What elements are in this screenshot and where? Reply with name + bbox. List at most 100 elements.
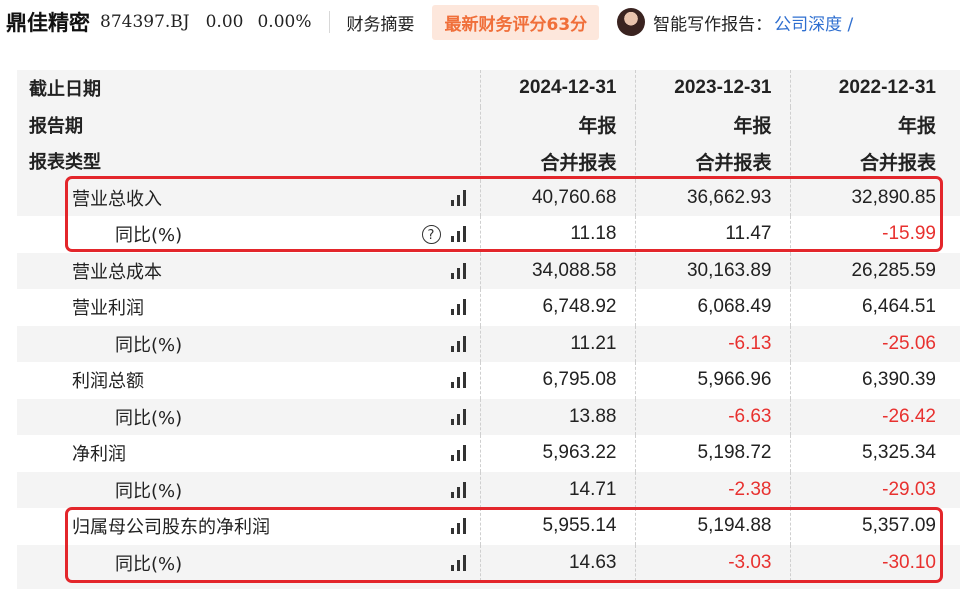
report-period-row: 报告期 年报 年报 年报	[17, 106, 960, 143]
row-label-cell: 同比(%)	[17, 544, 480, 581]
bar-chart-icon-bar	[456, 377, 460, 389]
bar-chart-icon[interactable]	[450, 445, 466, 462]
metric-row: 利润总额 6,795.08 5,966.96 6,390.39	[17, 362, 960, 399]
row-label-cell: 营业总成本	[17, 252, 480, 289]
row-label-cell: 同比(%)?	[17, 216, 480, 253]
bar-chart-icon[interactable]	[450, 335, 466, 352]
stock-price: 0.00	[205, 12, 244, 32]
bar-chart-icon[interactable]	[450, 408, 466, 425]
bar-chart-icon-bar	[450, 199, 454, 206]
row-label-cell: 同比(%)	[17, 325, 480, 362]
bar-chart-icon-bar	[462, 335, 466, 352]
bar-chart-icon-bar	[456, 231, 460, 243]
yoy-growth-row: 同比(%) 13.88 -6.63 -26.42	[17, 398, 960, 435]
bar-chart-icon-bar	[462, 445, 466, 462]
bar-chart-icon-bar	[456, 413, 460, 425]
row-actions: ?	[421, 224, 466, 244]
value-cell: 11.47	[634, 216, 790, 253]
bar-chart-icon-bar	[456, 194, 460, 206]
bar-chart-icon[interactable]	[450, 262, 466, 279]
bar-chart-icon-bar	[450, 564, 454, 571]
value-cell: 34,088.58	[479, 252, 635, 289]
value-cell: -15.99	[789, 216, 960, 253]
stock-header-bar: 鼎佳精密 874397.BJ 0.00 0.00% 财务摘要 最新财务评分63分…	[0, 0, 960, 44]
bar-chart-icon-bar	[450, 382, 454, 389]
value-cell: 5,325.34	[789, 435, 960, 472]
row-label: 营业利润	[72, 298, 144, 320]
bar-chart-icon[interactable]	[450, 299, 466, 316]
value-cell: -25.06	[789, 325, 960, 362]
header-label: 报告期	[17, 106, 480, 143]
row-label: 净利润	[72, 444, 126, 466]
header-value: 年报	[789, 106, 960, 143]
header-value: 合并报表	[634, 143, 790, 180]
financial-score-badge[interactable]: 最新财务评分63分	[432, 4, 600, 40]
bar-chart-icon-bar	[450, 345, 454, 352]
bar-chart-icon[interactable]	[450, 481, 466, 498]
row-label-cell: 归属母公司股东的净利润	[17, 508, 480, 545]
value-cell: -6.13	[634, 325, 790, 362]
header-value: 年报	[479, 106, 635, 143]
header-value: 2022-12-31	[789, 70, 960, 107]
value-cell: 5,198.72	[634, 435, 790, 472]
header-value: 2024-12-31	[479, 70, 635, 107]
row-actions	[450, 299, 466, 316]
bar-chart-icon-bar	[456, 559, 460, 571]
row-label-cell: 同比(%)	[17, 471, 480, 508]
row-actions	[450, 372, 466, 389]
bar-chart-icon-bar	[450, 309, 454, 316]
bar-chart-icon-bar	[456, 523, 460, 535]
avatar[interactable]	[617, 8, 646, 36]
value-cell: 26,285.59	[789, 252, 960, 289]
yoy-growth-row: 同比(%) 14.71 -2.38 -29.03	[17, 471, 960, 508]
value-cell: -6.63	[634, 398, 790, 435]
value-cell: 14.63	[479, 544, 635, 581]
cutoff-date-row: 截止日期 2024-12-31 2023-12-31 2022-12-31	[17, 70, 960, 107]
bar-chart-icon[interactable]	[450, 372, 466, 389]
company-depth-report-link[interactable]: 公司深度 /	[774, 10, 853, 35]
row-actions	[450, 335, 466, 352]
header-value: 合并报表	[479, 143, 635, 180]
row-label: 营业总成本	[72, 261, 162, 283]
value-cell: 6,748.92	[479, 289, 635, 326]
bar-chart-icon-bar	[456, 340, 460, 352]
bar-chart-icon-bar	[462, 481, 466, 498]
row-label: 利润总额	[72, 371, 144, 393]
row-label: 归属母公司股东的净利润	[72, 517, 270, 539]
row-label-cell: 利润总额	[17, 362, 480, 399]
bar-chart-icon-bar	[450, 418, 454, 425]
financial-summary-tab[interactable]: 财务摘要	[346, 10, 414, 35]
statement-type-row: 报表类型 合并报表 合并报表 合并报表	[17, 143, 960, 180]
yoy-growth-row: 同比(%)? 11.18 11.47 -15.99	[17, 216, 960, 253]
row-label: 同比(%)	[115, 553, 183, 575]
bar-chart-icon-bar	[462, 189, 466, 206]
bar-chart-icon-bar	[462, 299, 466, 316]
metric-row: 归属母公司股东的净利润 5,955.14 5,194.88 5,357.09	[17, 508, 960, 545]
metric-row: 营业利润 6,748.92 6,068.49 6,464.51	[17, 289, 960, 326]
bar-chart-icon[interactable]	[450, 554, 466, 571]
value-cell: 6,464.51	[789, 289, 960, 326]
value-cell: -3.03	[634, 544, 790, 581]
value-cell: 6,795.08	[479, 362, 635, 399]
header-value: 2023-12-31	[634, 70, 790, 107]
value-cell: 6,068.49	[634, 289, 790, 326]
row-actions	[450, 445, 466, 462]
bar-chart-icon[interactable]	[450, 226, 466, 243]
header-value: 年报	[634, 106, 790, 143]
metric-row: 营业总成本 34,088.58 30,163.89 26,285.59	[17, 252, 960, 289]
bar-chart-icon-bar	[450, 455, 454, 462]
bar-chart-icon[interactable]	[450, 189, 466, 206]
bar-chart-icon-bar	[462, 262, 466, 279]
value-cell: 40,760.68	[479, 179, 635, 216]
bar-chart-icon-bar	[462, 554, 466, 571]
question-circle-icon[interactable]: ?	[421, 224, 441, 244]
value-cell: 5,194.88	[634, 508, 790, 545]
stock-change-pct: 0.00%	[257, 12, 312, 32]
bar-chart-icon[interactable]	[450, 518, 466, 535]
value-cell: 30,163.89	[634, 252, 790, 289]
row-label-cell: 同比(%)	[17, 398, 480, 435]
value-cell: -29.03	[789, 471, 960, 508]
bar-chart-icon-bar	[456, 267, 460, 279]
bar-chart-icon-bar	[450, 491, 454, 498]
bar-chart-icon-bar	[456, 304, 460, 316]
